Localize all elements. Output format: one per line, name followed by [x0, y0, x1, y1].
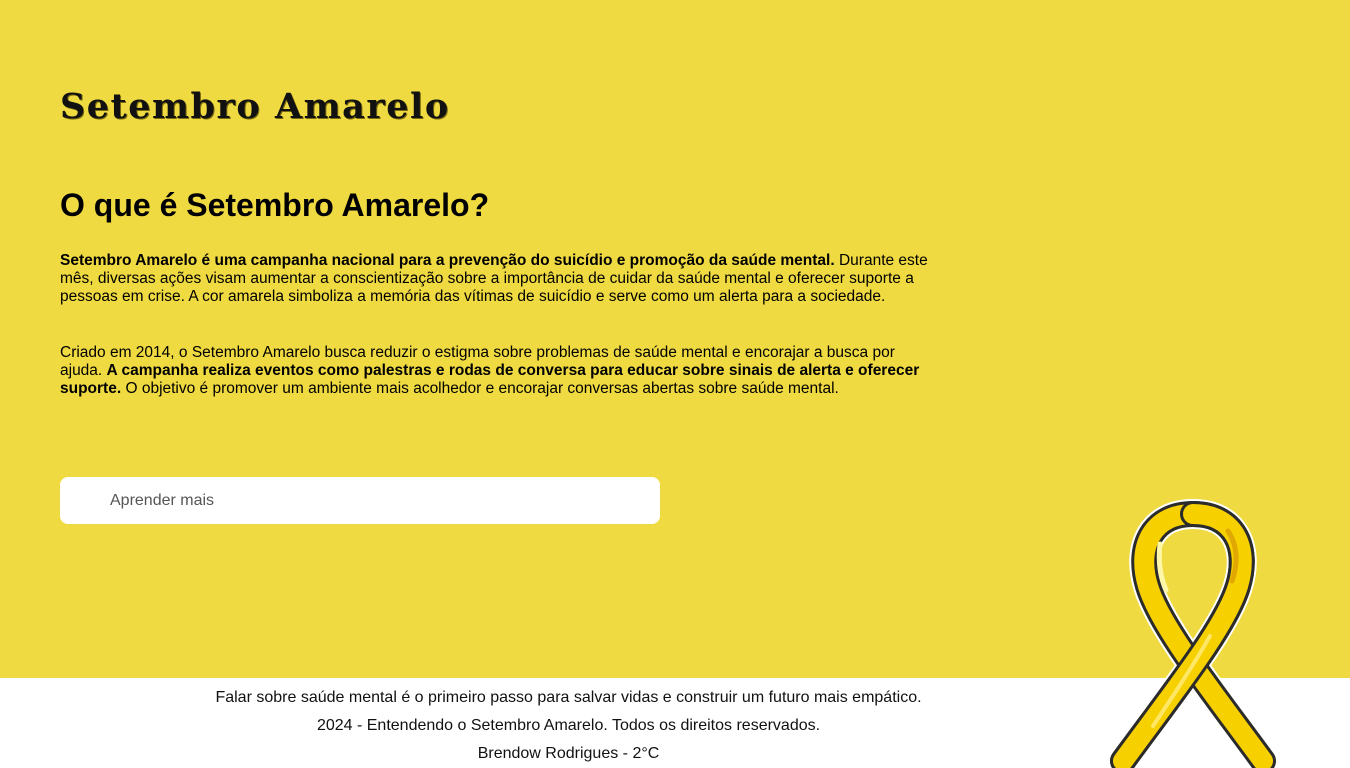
learn-more-label: Aprender mais: [110, 491, 215, 509]
history-paragraph: Criado em 2014, o Setembro Amarelo busca…: [60, 344, 930, 398]
learn-more-button[interactable]: Aprender mais: [60, 477, 660, 524]
yellow-awareness-ribbon-icon: [1108, 499, 1278, 768]
footer-copyright: 2024 - Entendendo o Setembro Amarelo. To…: [316, 717, 821, 734]
site-title: Setembro Amarelo: [60, 86, 450, 127]
section-title: O que é Setembro Amarelo?: [60, 187, 490, 223]
intro-paragraph-bold: Setembro Amarelo é uma campanha nacional…: [60, 252, 835, 269]
history-paragraph-end: O objetivo é promover um ambiente mais a…: [121, 380, 839, 397]
footer-author: Brendow Rodrigues - 2°C: [477, 745, 660, 762]
intro-paragraph: Setembro Amarelo é uma campanha nacional…: [60, 252, 930, 306]
footer-tagline: Falar sobre saúde mental é o primeiro pa…: [215, 689, 922, 706]
